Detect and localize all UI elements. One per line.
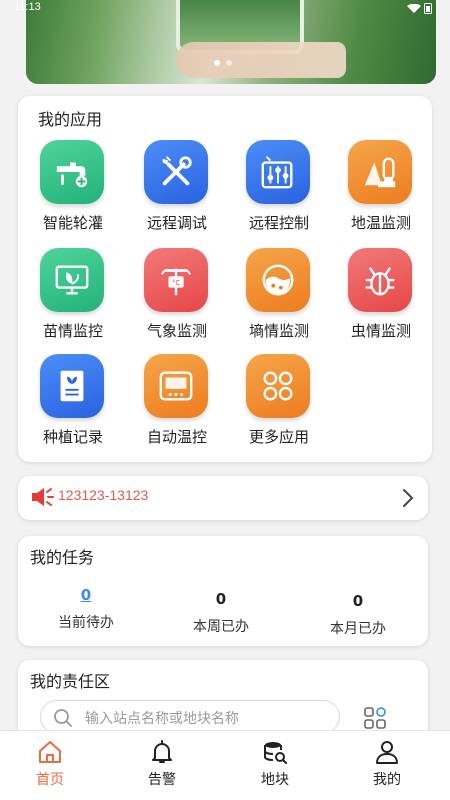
task-value[interactable]: 0 (26, 586, 146, 604)
banner-pagination (214, 60, 232, 66)
app-label: 自动温控 (146, 428, 207, 446)
tab-label: 首页 (36, 772, 64, 788)
chevron-right-icon (403, 489, 414, 507)
tab-alarm[interactable]: 告警 (122, 739, 202, 789)
app-seedling-monitor[interactable]: 苗情监控 (18, 248, 118, 348)
page-dot[interactable] (226, 60, 232, 66)
notice-text: 123123-13123 (58, 487, 149, 503)
app-remote-debug[interactable]: 远程调试 (122, 140, 222, 240)
app-label: 气象监测 (146, 322, 207, 340)
apps-card: 我的应用 智能轮灌 远程调试 远程控制 地温监测 苗情监控 °C 气象监测 墒情… (18, 96, 432, 462)
soil-moisture-icon (246, 248, 310, 312)
grid-view-icon[interactable] (363, 706, 387, 730)
task-value: 0 (352, 592, 364, 610)
app-label: 更多应用 (248, 428, 309, 446)
land-plot-icon (264, 742, 287, 764)
search-icon (54, 709, 72, 727)
tasks-card: 我的任务 0 当前待办 0 本周已办 0 本月已办 (18, 536, 428, 646)
task-label: 当前待办 (58, 615, 114, 631)
app-auto-temperature[interactable]: 自动温控 (122, 354, 222, 454)
more-apps-icon (246, 354, 310, 418)
app-label: 地温监测 (350, 214, 411, 232)
search-placeholder: 输入站点名称或地块名称 (85, 711, 239, 727)
control-icon (246, 140, 310, 204)
tab-land-plot[interactable]: 地块 (235, 739, 315, 789)
irrigation-icon (40, 140, 104, 204)
task-month-done[interactable]: 0 本月已办 (298, 592, 418, 638)
notice-bar[interactable]: 123123-13123 (18, 476, 428, 520)
tab-label: 地块 (261, 772, 289, 788)
app-smart-irrigation[interactable]: 智能轮灌 (18, 140, 118, 240)
app-pest-monitor[interactable]: 虫情监测 (326, 248, 426, 348)
bell-icon (152, 740, 172, 763)
status-time: 11:13 (14, 1, 41, 13)
app-remote-control[interactable]: 远程控制 (224, 140, 324, 240)
tasks-title: 我的任务 (30, 548, 95, 567)
search-input[interactable]: 输入站点名称或地块名称 (40, 700, 340, 734)
tools-icon (144, 140, 208, 204)
seedling-monitor-icon (40, 248, 104, 312)
app-soil-moisture[interactable]: 墒情监测 (224, 248, 324, 348)
bug-icon (348, 248, 412, 312)
planting-record-icon (40, 354, 104, 418)
app-label: 远程调试 (146, 214, 207, 232)
app-soil-temperature[interactable]: 地温监测 (326, 140, 426, 240)
task-label: 本周已办 (193, 619, 249, 635)
home-icon (39, 741, 61, 763)
status-icons (406, 2, 432, 17)
app-label: 墒情监测 (248, 322, 309, 340)
apps-title: 我的应用 (38, 110, 103, 129)
app-weather-monitor[interactable]: °C 气象监测 (122, 248, 222, 348)
app-planting-record[interactable]: 种植记录 (18, 354, 118, 454)
bottom-tab-bar: 首页 告警 地块 我的 (0, 730, 450, 800)
app-more[interactable]: 更多应用 (224, 354, 324, 454)
responsibility-title: 我的责任区 (30, 672, 111, 691)
tab-label: 我的 (373, 772, 401, 788)
app-label: 种植记录 (42, 428, 103, 446)
tab-home[interactable]: 首页 (10, 739, 90, 789)
task-week-done[interactable]: 0 本周已办 (161, 590, 281, 636)
tab-label: 告警 (148, 772, 176, 788)
thermostat-icon (144, 354, 208, 418)
speaker-icon (32, 488, 54, 506)
task-current-todo[interactable]: 0 当前待办 (26, 586, 146, 632)
app-label: 苗情监控 (42, 322, 103, 340)
soil-temperature-icon (348, 140, 412, 204)
wifi-icon (406, 3, 421, 13)
app-label: 智能轮灌 (42, 214, 103, 232)
svg-text:°C: °C (172, 279, 180, 287)
user-icon (376, 741, 398, 764)
page-dot[interactable] (214, 60, 220, 66)
banner-image[interactable] (26, 0, 436, 84)
task-value: 0 (215, 590, 227, 608)
banner: 11:13 (0, 0, 450, 88)
battery-icon (424, 3, 432, 14)
tab-mine[interactable]: 我的 (347, 739, 427, 789)
weather-station-icon: °C (144, 248, 208, 312)
task-label: 本月已办 (330, 621, 386, 637)
app-label: 虫情监测 (350, 322, 411, 340)
app-label: 远程控制 (248, 214, 309, 232)
